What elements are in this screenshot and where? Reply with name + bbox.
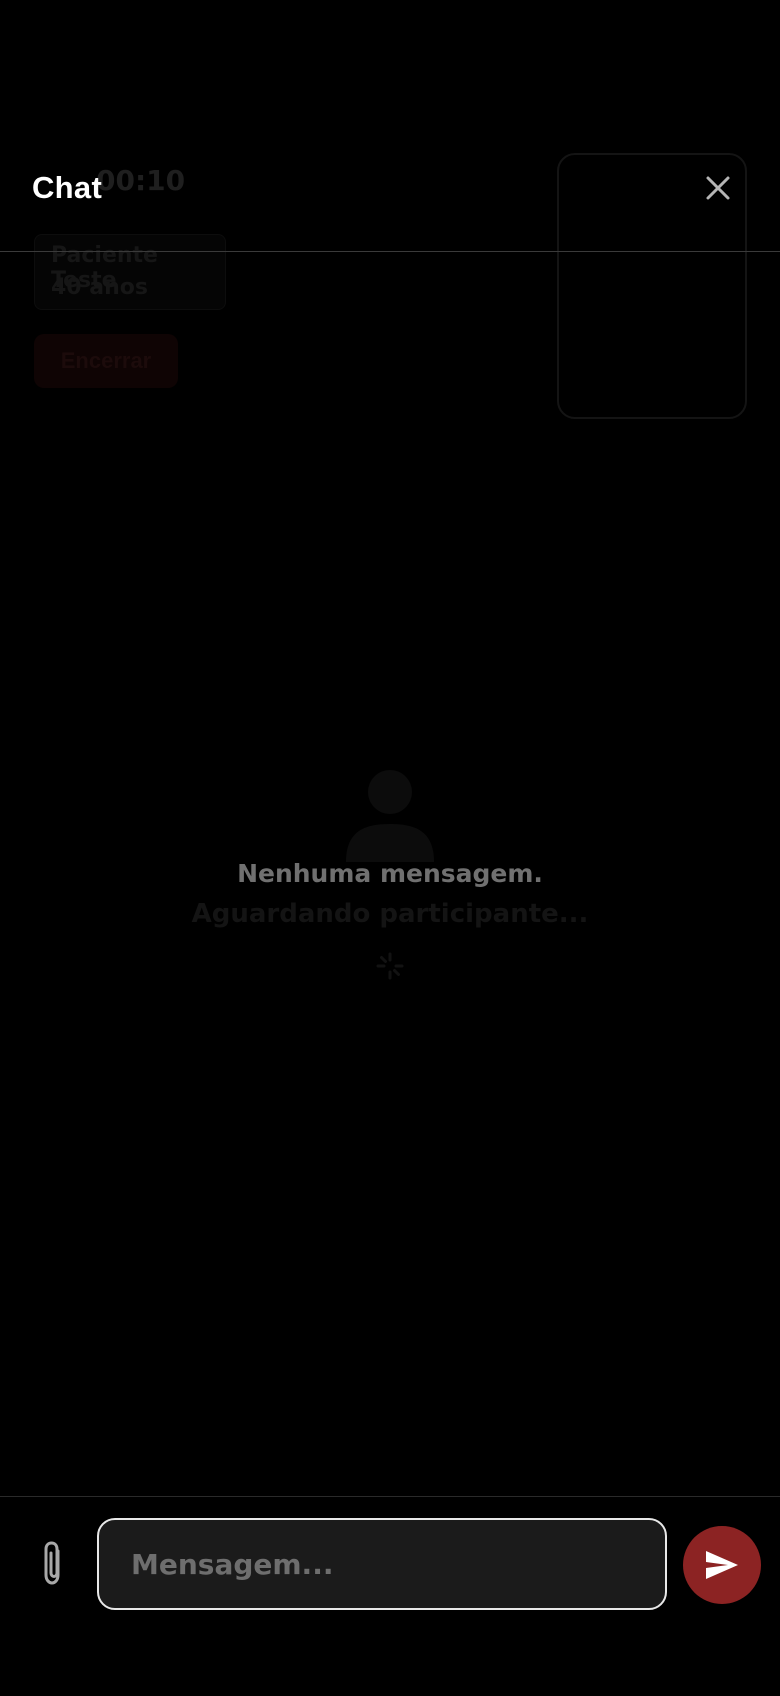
close-icon [696,166,740,210]
message-input[interactable] [97,1518,667,1610]
chat-panel: Chat Nenhuma mensagem. [0,0,780,1696]
close-chat-button[interactable] [696,166,740,210]
chat-header: Chat [0,150,780,252]
empty-chat-message: Nenhuma mensagem. [237,859,543,888]
message-composer [0,1496,780,1696]
chat-title: Chat [32,170,103,205]
send-button[interactable] [683,1526,761,1604]
chat-screen: 00:10 Paciente Teste 40 anos Encerrar Ag… [0,0,780,1696]
attach-file-button[interactable] [34,1539,74,1589]
paperclip-icon [34,1541,74,1592]
